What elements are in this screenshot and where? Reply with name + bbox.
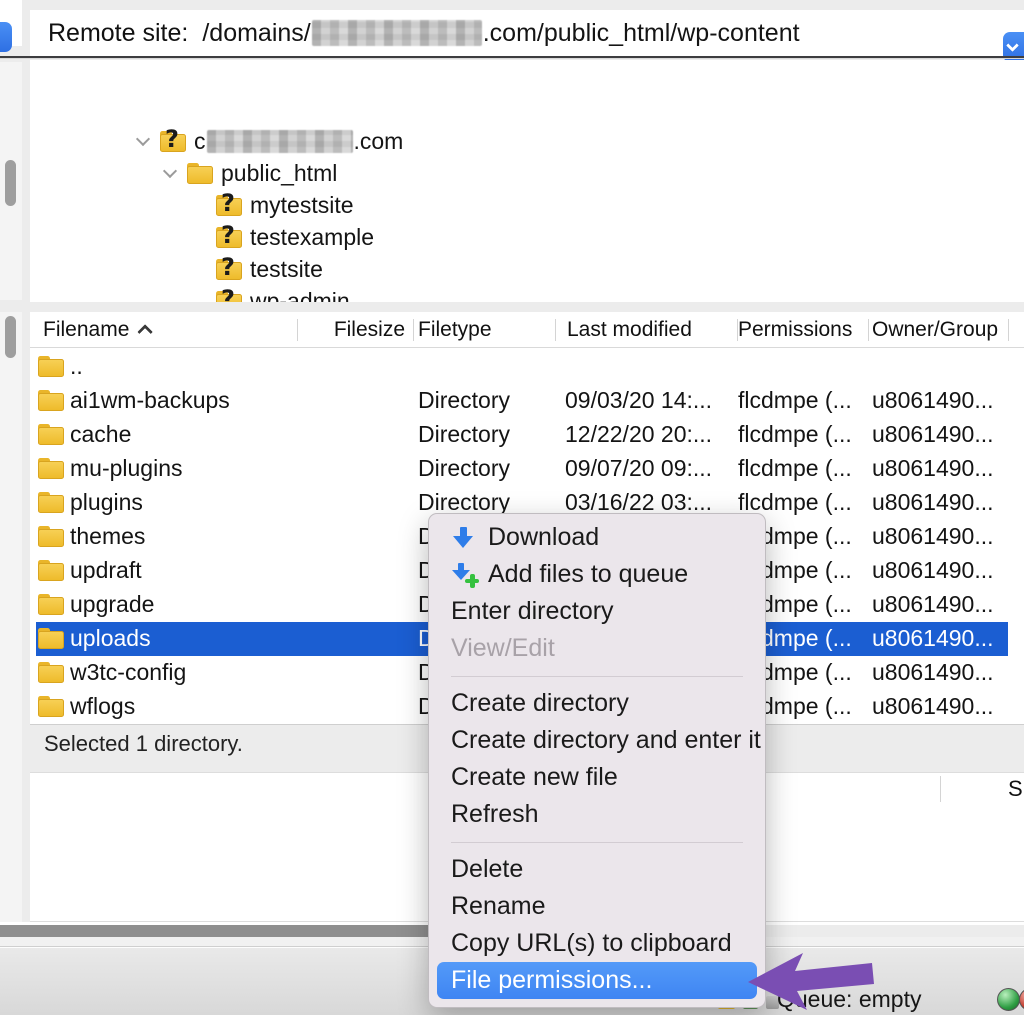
tree-item-testsite[interactable]: ? testsite — [190, 254, 323, 284]
path-suffix: .com/public_html/wp-content — [483, 19, 800, 48]
remote-site-path[interactable]: /domains/ .com/public_html/wp-content — [202, 19, 799, 48]
add-to-queue-icon — [451, 562, 481, 588]
column-header-filetype[interactable]: Filetype — [418, 318, 492, 342]
tree-item-domain[interactable]: ? c .com — [134, 126, 403, 156]
path-prefix: /domains/ — [202, 19, 310, 48]
folder-question-icon: ? — [160, 131, 186, 152]
connection-indicator-red-icon — [1019, 988, 1024, 1011]
file-row-mu-plugins[interactable]: mu-plugins Directory 09/07/20 09:... flc… — [36, 452, 1008, 486]
menu-item-copy-url[interactable]: Copy URL(s) to clipboard — [429, 925, 765, 962]
menu-item-rename[interactable]: Rename — [429, 888, 765, 925]
download-icon — [451, 525, 481, 551]
divider — [0, 58, 1024, 59]
connection-indicator-green-icon — [997, 988, 1020, 1011]
tree-item-public-html[interactable]: public_html — [161, 158, 337, 188]
queue-column-header-partial: S — [1008, 776, 1023, 802]
menu-item-enter-directory[interactable]: Enter directory — [429, 593, 765, 630]
tree-label: .com — [354, 128, 404, 155]
folder-icon — [38, 662, 64, 683]
redacted-domain — [207, 130, 353, 153]
adjacent-pane-topbar — [0, 0, 22, 46]
menu-item-create-directory-and-enter[interactable]: Create directory and enter it — [429, 722, 765, 759]
chevron-down-icon — [1006, 39, 1019, 52]
scrollbar-thumb[interactable] — [5, 160, 16, 206]
menu-item-file-permissions[interactable]: File permissions... — [437, 962, 757, 999]
remote-site-bar: Remote site: /domains/ .com/public_html/… — [30, 10, 1024, 56]
file-row-ai1wm-backups[interactable]: ai1wm-backups Directory 09/03/20 14:... … — [36, 384, 1008, 418]
folder-icon — [38, 492, 64, 513]
folder-icon — [187, 163, 213, 184]
selection-status-text: Selected 1 directory. — [44, 731, 243, 757]
menu-item-create-new-file[interactable]: Create new file — [429, 759, 765, 796]
folder-icon — [38, 594, 64, 615]
folder-icon — [38, 424, 64, 445]
folder-icon — [38, 356, 64, 377]
folder-icon — [38, 458, 64, 479]
tree-label: wp-admin — [250, 288, 350, 303]
tree-item-wp-admin[interactable]: ? wp-admin — [190, 286, 350, 302]
column-header-modified[interactable]: Last modified — [567, 318, 692, 342]
remote-site-label: Remote site: — [48, 19, 188, 48]
column-header-permissions[interactable]: Permissions — [738, 318, 852, 342]
sort-ascending-icon — [138, 324, 154, 340]
tree-label: testsite — [250, 256, 323, 283]
tree-label: testexample — [250, 224, 374, 251]
redacted-domain — [312, 20, 482, 46]
folder-icon — [38, 390, 64, 411]
chevron-down-icon[interactable] — [134, 131, 154, 151]
adjacent-dropdown-button[interactable] — [0, 22, 12, 52]
scrollbar-thumb[interactable] — [5, 316, 16, 358]
folder-icon — [38, 526, 64, 547]
folder-question-icon: ? — [216, 227, 242, 248]
tree-label: c — [194, 128, 206, 155]
column-header-owner[interactable]: Owner/Group — [872, 318, 998, 342]
folder-icon — [38, 628, 64, 649]
tree-item-mytestsite[interactable]: ? mytestsite — [190, 190, 354, 220]
menu-item-view-edit: View/Edit — [429, 630, 765, 667]
folder-icon — [38, 560, 64, 581]
divider — [940, 776, 941, 802]
tree-label: mytestsite — [250, 192, 354, 219]
folder-icon — [38, 696, 64, 717]
folder-question-icon: ? — [216, 259, 242, 280]
column-header-filename[interactable]: Filename — [43, 318, 152, 342]
remote-directory-tree: ? c .com public_html ? mytestsite ? test… — [30, 60, 1024, 302]
tree-item-testexample[interactable]: ? testexample — [190, 222, 374, 252]
menu-item-refresh[interactable]: Refresh — [429, 796, 765, 833]
menu-item-delete[interactable]: Delete — [429, 851, 765, 888]
menu-item-download[interactable]: Download — [429, 519, 765, 556]
chevron-down-icon[interactable] — [161, 163, 181, 183]
annotation-arrow — [745, 950, 875, 1012]
folder-question-icon: ? — [216, 195, 242, 216]
menu-item-create-directory[interactable]: Create directory — [429, 685, 765, 722]
menu-separator — [429, 833, 765, 851]
column-header-filesize[interactable]: Filesize — [310, 318, 405, 342]
file-row-cache[interactable]: cache Directory 12/22/20 20:... flcdmpe … — [36, 418, 1008, 452]
context-menu: Download Add files to queue Enter direct… — [428, 513, 766, 1008]
adjacent-pane-scroll-area — [0, 62, 22, 300]
file-row-updir[interactable]: .. — [36, 350, 1008, 384]
tree-label: public_html — [221, 160, 337, 187]
folder-question-icon: ? — [216, 291, 242, 303]
adjacent-pane-scroll-area-2 — [0, 312, 22, 924]
file-list-header: Filename Filesize Filetype Last modified… — [30, 312, 1024, 348]
menu-separator — [429, 667, 765, 685]
menu-item-add-files-to-queue[interactable]: Add files to queue — [429, 556, 765, 593]
